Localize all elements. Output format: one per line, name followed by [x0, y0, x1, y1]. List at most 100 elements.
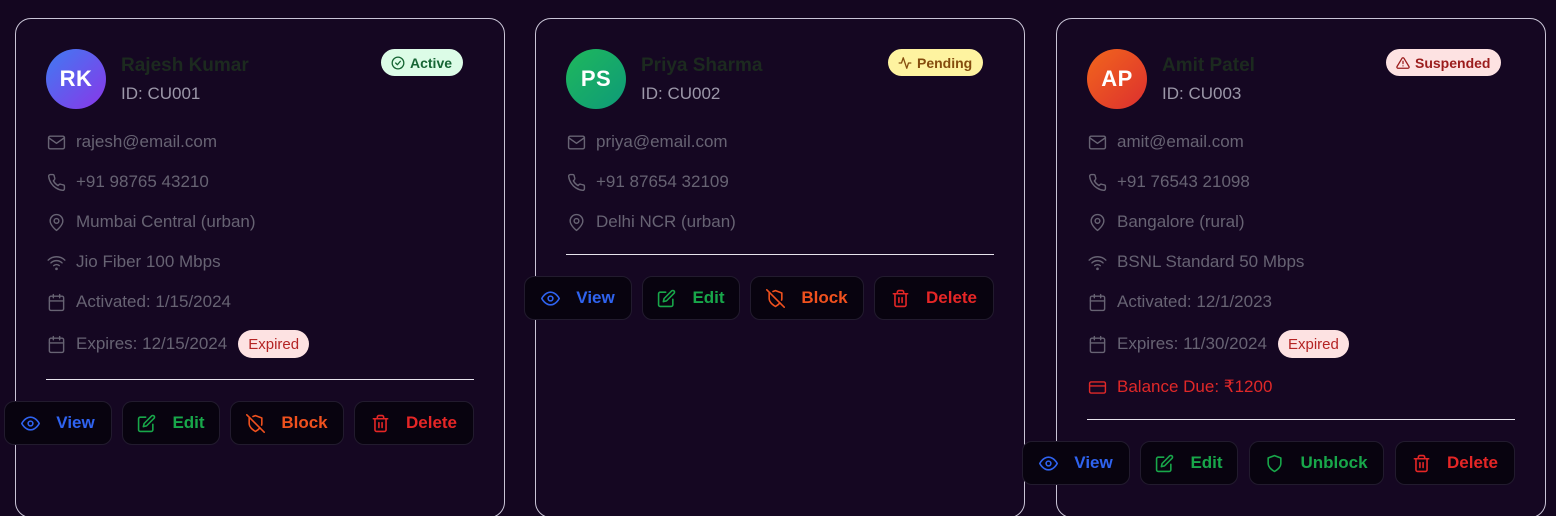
status-label: Suspended [1415, 54, 1491, 71]
status-label: Active [410, 54, 453, 71]
phone-text: +91 98765 43210 [76, 172, 209, 191]
calendar-icon [1087, 334, 1107, 354]
phone-text: +91 87654 32109 [596, 172, 729, 191]
edit-label: Edit [1190, 453, 1223, 472]
shield-icon [1265, 454, 1284, 473]
edit-icon [1155, 454, 1174, 473]
email-row: amit@email.com [1087, 129, 1244, 155]
status-label: Pending [917, 54, 973, 71]
delete-label: Delete [925, 288, 978, 307]
customer-name: Rajesh Kumar [121, 55, 249, 76]
unblock-label: Unblock [1300, 453, 1368, 472]
view-button[interactable]: View [524, 276, 632, 320]
customer-name: Amit Patel [1162, 55, 1255, 76]
eye-icon [21, 414, 41, 433]
customer-card-1: RK Rajesh Kumar ID: CU001 Active rajesh@… [4, 18, 505, 516]
activated-text: Activated: 1/15/2024 [76, 292, 232, 311]
activated-row: Activated: 12/1/2023 [1087, 289, 1272, 315]
delete-button[interactable]: Delete [1395, 441, 1515, 485]
delete-label: Delete [1446, 453, 1499, 472]
phone-icon [1087, 172, 1107, 192]
customer-name: Priya Sharma [641, 55, 763, 76]
shield-off-icon [766, 288, 786, 308]
block-button[interactable]: Block [230, 401, 344, 445]
shield-off-icon [246, 413, 266, 433]
expires-row: Expires: 11/30/2024 Expired [1087, 330, 1349, 358]
activated-text: Activated: 12/1/2023 [1117, 292, 1273, 311]
expires-text: Expires: 12/15/2024 [76, 334, 228, 353]
edit-button[interactable]: Edit [642, 276, 740, 320]
edit-label: Edit [692, 288, 725, 307]
edit-icon [137, 414, 156, 433]
email-text: rajesh@email.com [76, 132, 218, 151]
edit-icon [657, 289, 676, 308]
credit-card-icon [1087, 377, 1107, 397]
edit-label: Edit [172, 413, 205, 432]
view-label: View [1074, 453, 1113, 472]
phone-text: +91 76543 21098 [1117, 172, 1250, 191]
unblock-button[interactable]: Unblock [1249, 441, 1384, 485]
phone-row: +91 76543 21098 [1087, 169, 1250, 195]
status-badge: Active [381, 49, 464, 76]
expired-badge: Expired [238, 330, 310, 358]
phone-row: +91 87654 32109 [566, 169, 729, 195]
trash-icon [1412, 454, 1431, 473]
location-row: Delhi NCR (urban) [566, 209, 736, 235]
view-label: View [576, 288, 615, 307]
calendar-icon [46, 292, 66, 312]
mail-icon [566, 132, 586, 152]
check-circle-icon [391, 56, 405, 70]
delete-button[interactable]: Delete [874, 276, 994, 320]
edit-button[interactable]: Edit [1140, 441, 1238, 485]
calendar-icon [46, 334, 66, 354]
mail-icon [46, 132, 66, 152]
email-row: rajesh@email.com [46, 129, 217, 155]
trash-icon [891, 289, 910, 308]
email-text: priya@email.com [596, 132, 728, 151]
view-label: View [56, 413, 95, 432]
eye-icon [541, 289, 561, 308]
map-pin-icon [46, 212, 66, 232]
location-text: Bangalore (rural) [1117, 212, 1245, 231]
mail-icon [1087, 132, 1107, 152]
delete-label: Delete [405, 413, 458, 432]
map-pin-icon [1087, 212, 1107, 232]
view-button[interactable]: View [4, 401, 112, 445]
block-label: Block [801, 288, 848, 307]
status-badge: Suspended [1386, 49, 1502, 76]
customer-card-3: AP Amit Patel ID: CU003 Suspended amit@e… [1022, 18, 1546, 516]
email-row: priya@email.com [566, 129, 728, 155]
map-pin-icon [566, 212, 586, 232]
block-label: Block [281, 413, 328, 432]
avatar: RK [46, 49, 106, 109]
wifi-icon [46, 252, 66, 272]
phone-icon [566, 172, 586, 192]
activated-row: Activated: 1/15/2024 [46, 289, 231, 315]
avatar: PS [566, 49, 626, 109]
wifi-icon [1087, 252, 1107, 272]
avatar: AP [1087, 49, 1147, 109]
alert-triangle-icon [1396, 56, 1410, 70]
plan-row: BSNL Standard 50 Mbps [1087, 249, 1304, 275]
phone-icon [46, 172, 66, 192]
expires-row: Expires: 12/15/2024 Expired [46, 330, 310, 358]
activity-icon [898, 56, 912, 70]
calendar-icon [1087, 292, 1107, 312]
plan-text: BSNL Standard 50 Mbps [1117, 252, 1305, 271]
divider [566, 254, 994, 255]
plan-text: Jio Fiber 100 Mbps [76, 252, 221, 271]
view-button[interactable]: View [1022, 441, 1130, 485]
edit-button[interactable]: Edit [122, 401, 220, 445]
balance-row: Balance Due: ₹1200 [1087, 374, 1272, 400]
email-text: amit@email.com [1117, 132, 1244, 151]
customer-id: ID: CU002 [641, 84, 721, 103]
trash-icon [371, 414, 390, 433]
location-text: Delhi NCR (urban) [596, 212, 736, 231]
block-button[interactable]: Block [750, 276, 864, 320]
location-text: Mumbai Central (urban) [76, 212, 256, 231]
delete-button[interactable]: Delete [354, 401, 474, 445]
plan-row: Jio Fiber 100 Mbps [46, 249, 221, 275]
expires-text: Expires: 11/30/2024 [1117, 334, 1267, 353]
status-badge: Pending [888, 49, 984, 76]
location-row: Mumbai Central (urban) [46, 209, 256, 235]
